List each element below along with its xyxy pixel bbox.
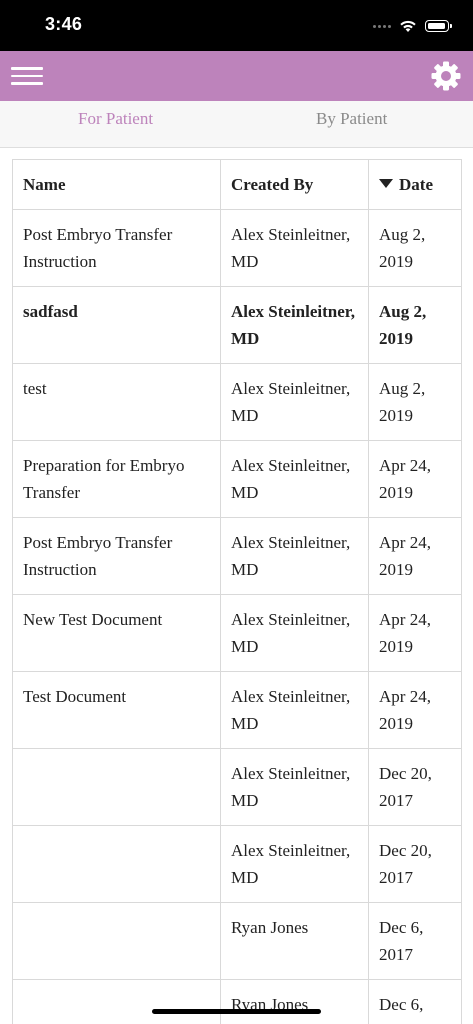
cell-created-by: Alex Steinleitner, MD — [220, 594, 369, 672]
status-bar: 3:46 — [0, 0, 473, 51]
sort-descending-icon — [379, 179, 393, 188]
cell-created-by: Alex Steinleitner, MD — [220, 363, 369, 441]
status-icons — [373, 16, 452, 36]
cell-name: New Test Document — [12, 594, 221, 672]
cell-created-by: Alex Steinleitner, MD — [220, 671, 369, 749]
cell-created-by: Ryan Jones — [220, 979, 369, 1024]
battery-icon — [425, 20, 452, 32]
documents-table: Name Created By Date Post Embryo Transfe… — [12, 159, 462, 1024]
cellular-signal-icon — [373, 24, 391, 28]
cell-created-by: Alex Steinleitner, MD — [220, 440, 369, 518]
cell-name — [12, 902, 221, 980]
tab-bar: For Patient By Patient — [0, 101, 473, 148]
cell-created-by: Alex Steinleitner, MD — [220, 748, 369, 826]
tab-by-patient[interactable]: By Patient — [316, 109, 387, 129]
cell-date: Aug 2, 2019 — [368, 209, 462, 287]
status-time: 3:46 — [45, 14, 83, 34]
cell-date: Apr 24, 2019 — [368, 594, 462, 672]
cell-date: Aug 2, 2019 — [368, 286, 462, 364]
cell-date: Aug 2, 2019 — [368, 363, 462, 441]
cell-name: Post Embryo Transfer Instruction — [12, 209, 221, 287]
hamburger-menu-icon[interactable] — [11, 67, 43, 85]
table-row[interactable]: New Test Document Alex Steinleitner, MD … — [12, 594, 462, 672]
cell-name: Post Embryo Transfer Instruction — [12, 517, 221, 595]
table-row[interactable]: test Alex Steinleitner, MD Aug 2, 2019 — [12, 363, 462, 441]
cell-name — [12, 825, 221, 903]
cell-date: Dec 20, 2017 — [368, 748, 462, 826]
column-header-created-by[interactable]: Created By — [220, 159, 369, 210]
cell-date: Apr 24, 2019 — [368, 440, 462, 518]
table-row[interactable]: Test Document Alex Steinleitner, MD Apr … — [12, 671, 462, 749]
table-row[interactable]: Ryan Jones Dec 6, 2017 — [12, 902, 462, 980]
cell-date: Apr 24, 2019 — [368, 517, 462, 595]
cell-created-by: Ryan Jones — [220, 902, 369, 980]
cell-created-by: Alex Steinleitner, MD — [220, 825, 369, 903]
table-row[interactable]: Post Embryo Transfer Instruction Alex St… — [12, 209, 462, 287]
table-row[interactable]: Post Embryo Transfer Instruction Alex St… — [12, 517, 462, 595]
column-header-date-label: Date — [399, 175, 433, 194]
column-header-name[interactable]: Name — [12, 159, 221, 210]
gear-icon[interactable] — [430, 60, 462, 92]
cell-created-by: Alex Steinleitner, MD — [220, 517, 369, 595]
cell-name: test — [12, 363, 221, 441]
cell-name: Test Document — [12, 671, 221, 749]
cell-date: Dec 20, 2017 — [368, 825, 462, 903]
wifi-icon — [400, 20, 416, 32]
cell-date: Dec 6, — [368, 979, 462, 1024]
cell-name: Preparation for Embryo Transfer — [12, 440, 221, 518]
table-row[interactable]: Ryan Jones Dec 6, — [12, 979, 462, 1024]
column-header-created-by-label: Created By — [231, 175, 314, 194]
table-row[interactable]: Preparation for Embryo Transfer Alex Ste… — [12, 440, 462, 518]
cell-date: Apr 24, 2019 — [368, 671, 462, 749]
column-header-name-label: Name — [23, 175, 66, 194]
table-row[interactable]: Alex Steinleitner, MD Dec 20, 2017 — [12, 748, 462, 826]
cell-name: sadfasd — [12, 286, 221, 364]
tab-for-patient[interactable]: For Patient — [78, 109, 153, 129]
table-row[interactable]: sadfasd Alex Steinleitner, MD Aug 2, 201… — [12, 286, 462, 364]
cell-created-by: Alex Steinleitner, MD — [220, 286, 369, 364]
cell-name — [12, 748, 221, 826]
cell-date: Dec 6, 2017 — [368, 902, 462, 980]
table-header-row: Name Created By Date — [12, 159, 462, 210]
cell-created-by: Alex Steinleitner, MD — [220, 209, 369, 287]
home-indicator[interactable] — [152, 1009, 321, 1014]
cell-name — [12, 979, 221, 1024]
table-row[interactable]: Alex Steinleitner, MD Dec 20, 2017 — [12, 825, 462, 903]
nav-bar — [0, 51, 473, 101]
column-header-date[interactable]: Date — [368, 159, 462, 210]
